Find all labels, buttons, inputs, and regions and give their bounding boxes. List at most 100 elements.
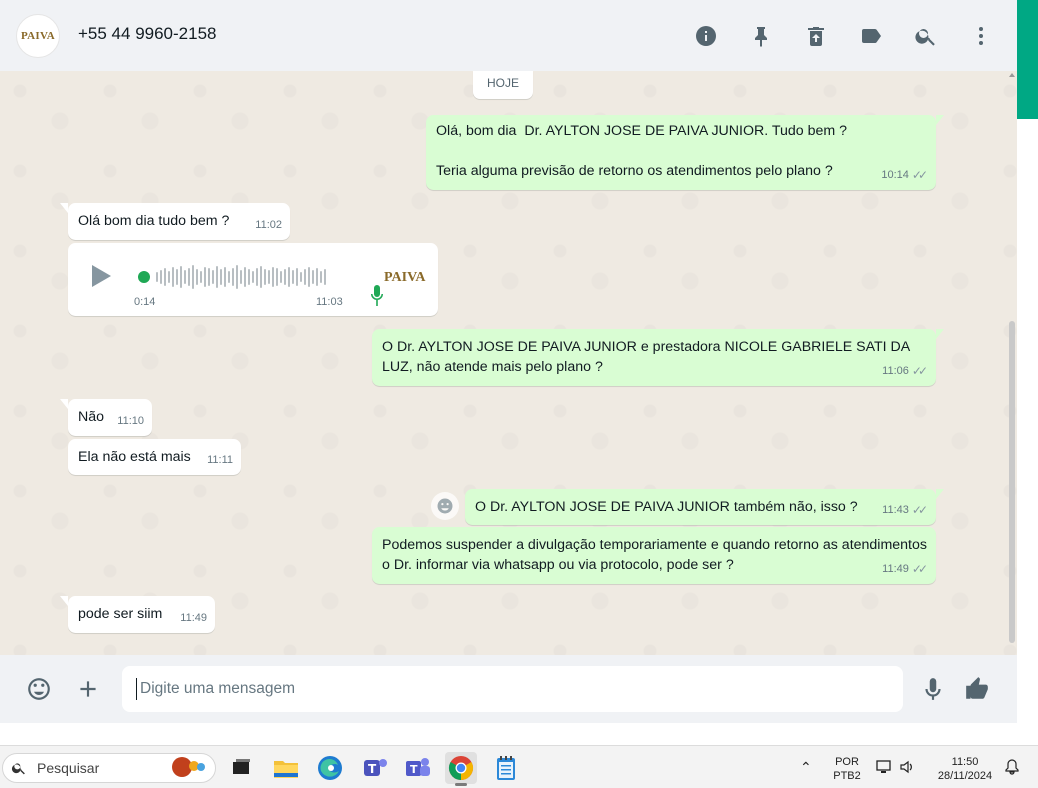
volume-icon[interactable] xyxy=(899,759,915,779)
waveform-bar xyxy=(184,270,186,284)
more-vertical-icon[interactable] xyxy=(967,22,995,50)
attach-plus-icon[interactable] xyxy=(74,675,102,703)
scrollbar-thumb[interactable] xyxy=(1009,321,1015,643)
message-bubble-incoming[interactable]: Ela não está mais 11:11 xyxy=(68,439,241,475)
waveform-bar xyxy=(220,269,222,285)
search-icon[interactable] xyxy=(912,22,940,50)
message-meta: 11:06 ✓✓ xyxy=(882,361,928,381)
waveform-bar xyxy=(240,270,242,284)
bubble-tail xyxy=(60,203,68,213)
read-ticks-icon: ✓✓ xyxy=(911,562,928,576)
chat-scrollbar[interactable] xyxy=(1008,71,1016,655)
audio-waveform[interactable] xyxy=(138,263,338,291)
message-time: 11:03 xyxy=(316,296,343,308)
waveform-bar xyxy=(160,270,162,284)
waveform-bar xyxy=(276,268,278,286)
message-meta: 11:49 xyxy=(180,608,207,628)
waveform-bar xyxy=(256,268,258,286)
waveform-bar xyxy=(296,268,298,286)
waveform-bar xyxy=(192,265,194,289)
waveform-bar xyxy=(224,267,226,287)
message-meta: 11:49 ✓✓ xyxy=(882,559,928,579)
waveform-bar xyxy=(320,271,322,283)
label-icon[interactable] xyxy=(857,22,885,50)
message-bubble-outgoing[interactable]: O Dr. AYLTON JOSE DE PAIVA JUNIOR e pres… xyxy=(372,329,944,386)
waveform-bar xyxy=(316,268,318,286)
waveform-bar xyxy=(156,272,158,282)
message-time: 11:10 xyxy=(117,415,144,427)
thumbs-up-icon[interactable] xyxy=(963,675,991,703)
svg-text:T: T xyxy=(410,763,418,776)
message-list[interactable]: HOJE Olá, bom dia Dr. AYLTON JOSE DE PAI… xyxy=(0,71,1017,655)
audio-progress-handle[interactable] xyxy=(138,271,150,283)
voice-message[interactable]: 0:14 11:03 PAIVA xyxy=(68,243,438,316)
network-icon[interactable] xyxy=(876,759,892,779)
bubble-tail xyxy=(936,489,944,499)
teams-personal-icon[interactable]: T xyxy=(359,752,391,784)
date-divider: HOJE xyxy=(473,71,533,99)
play-icon[interactable] xyxy=(92,265,111,287)
waveform-bar xyxy=(208,268,210,286)
react-emoji-button[interactable] xyxy=(431,492,459,520)
window-edge xyxy=(1017,119,1038,745)
input-language[interactable]: POR PTB2 xyxy=(829,755,865,783)
message-meta: 11:11 xyxy=(207,450,233,470)
audio-duration: 0:14 xyxy=(134,296,156,308)
microphone-icon[interactable] xyxy=(919,675,947,703)
message-text: Olá bom dia tudo bem ? xyxy=(78,213,230,229)
info-icon[interactable] xyxy=(692,22,720,50)
clock-time: 11:50 xyxy=(951,756,979,768)
text-caret xyxy=(136,678,137,700)
contact-avatar[interactable]: PAIVA xyxy=(16,14,60,58)
waveform-bar xyxy=(236,265,238,289)
message-input[interactable] xyxy=(122,666,903,712)
waveform-bar xyxy=(188,268,190,286)
avatar-logo-text: PAIVA xyxy=(20,30,56,42)
search-highlight-icon xyxy=(172,757,205,777)
waveform-bar xyxy=(284,269,286,285)
message-time: 10:14 xyxy=(881,169,909,181)
message-bubble-incoming[interactable]: pode ser siim 11:49 xyxy=(60,596,215,633)
notification-bell-icon[interactable] xyxy=(1004,759,1020,779)
waveform-bar xyxy=(300,272,302,282)
keyboard-layout: PTB2 xyxy=(833,770,861,782)
bubble-tail xyxy=(60,596,68,606)
message-composer xyxy=(0,655,1017,723)
waveform-bar xyxy=(212,270,214,284)
message-time: 11:02 xyxy=(255,219,282,231)
clock-date: 28/11/2024 xyxy=(937,770,993,782)
task-view-icon[interactable] xyxy=(225,752,257,784)
contact-name[interactable]: +55 44 9960-2158 xyxy=(78,24,217,44)
message-bubble-outgoing[interactable]: O Dr. AYLTON JOSE DE PAIVA JUNIOR também… xyxy=(465,489,944,525)
waveform-bar xyxy=(200,271,202,283)
scroll-up-arrow[interactable] xyxy=(1009,73,1015,77)
emoji-icon[interactable] xyxy=(25,675,53,703)
teams-work-icon[interactable]: T xyxy=(402,752,434,784)
header-actions xyxy=(665,22,995,50)
waveform-bar xyxy=(176,269,178,285)
file-explorer-icon[interactable] xyxy=(270,752,302,784)
waveform-bar xyxy=(312,270,314,284)
message-bubble-outgoing[interactable]: Olá, bom dia Dr. AYLTON JOSE DE PAIVA JU… xyxy=(426,115,944,190)
message-meta: 11:43 ✓✓ xyxy=(882,500,928,520)
message-bubble-outgoing[interactable]: Podemos suspender a divulgação temporari… xyxy=(372,527,936,584)
bubble-tail xyxy=(936,329,944,339)
message-bubble-incoming[interactable]: Olá bom dia tudo bem ? 11:02 xyxy=(60,203,290,240)
clock[interactable]: 11:50 28/11/2024 xyxy=(928,755,1002,783)
waveform-bar xyxy=(292,270,294,284)
notepad-icon[interactable] xyxy=(490,752,522,784)
message-meta: 11:02 xyxy=(255,215,282,235)
waveform-bar xyxy=(228,271,230,283)
delete-icon[interactable] xyxy=(802,22,830,50)
edge-browser-icon[interactable] xyxy=(314,752,346,784)
waveform-bar xyxy=(168,271,170,283)
background-accent-strip xyxy=(1017,0,1038,119)
pin-icon[interactable] xyxy=(747,22,775,50)
chrome-browser-icon[interactable] xyxy=(445,752,477,786)
message-time: 11:49 xyxy=(882,563,909,575)
waveform-bar xyxy=(244,267,246,287)
waveform-bar xyxy=(180,266,182,288)
tray-chevron-up-icon[interactable]: ⌃ xyxy=(800,760,812,774)
message-time: 11:43 xyxy=(882,504,909,516)
message-bubble-incoming[interactable]: Não 11:10 xyxy=(60,399,152,436)
